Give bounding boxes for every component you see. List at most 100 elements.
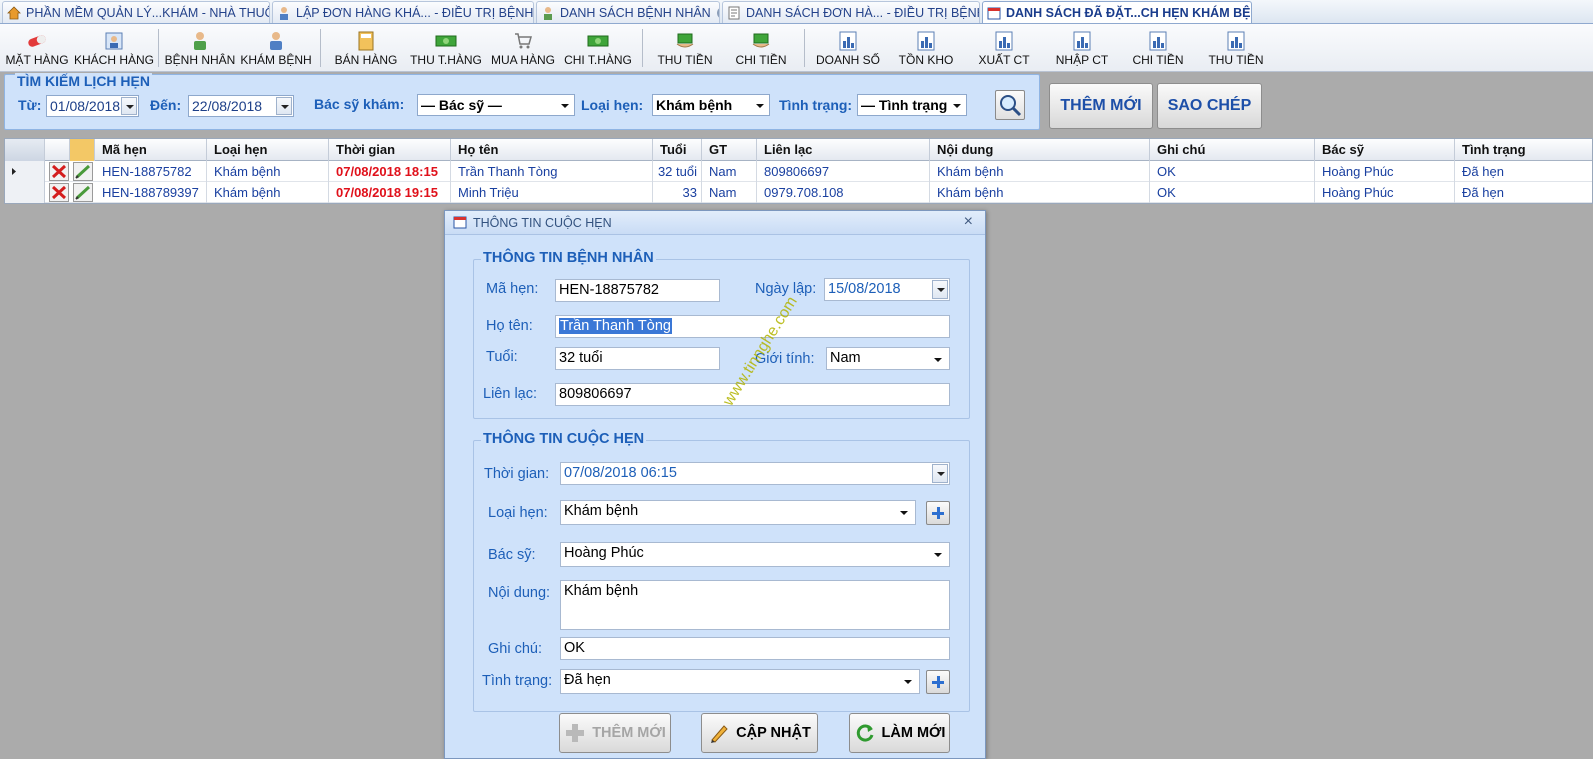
- time-label: Thời gian:: [484, 466, 550, 482]
- toolbar-export-doc-button[interactable]: XUẤT CT: [968, 26, 1040, 70]
- toolbar-examination-button[interactable]: KHÁM BỆNH: [240, 26, 312, 70]
- patient-name-field[interactable]: Trần Thanh Tòng: [555, 315, 950, 338]
- toolbar-inventory-button[interactable]: TỒN KHO: [890, 26, 962, 70]
- search-panel-title: TÌM KIẾM LỊCH HẸN: [15, 73, 152, 89]
- order-list-icon: [727, 6, 741, 20]
- add-appointment-type-button[interactable]: [926, 501, 950, 525]
- content-textarea[interactable]: Khám bệnh: [560, 580, 950, 630]
- column-header-status[interactable]: Tình trạng: [1455, 139, 1593, 161]
- column-header-name[interactable]: Họ tên: [451, 139, 653, 161]
- toolbar-sales-button[interactable]: BÁN HÀNG: [328, 26, 404, 70]
- column-header-age[interactable]: Tuổi: [653, 139, 702, 161]
- contact-label: Liên lạc:: [483, 386, 538, 402]
- chevron-down-icon[interactable]: [276, 97, 292, 115]
- money-hand-icon: [750, 31, 772, 51]
- table-row[interactable]: HEN-18875782 Khám bệnh 07/08/2018 18:15 …: [5, 161, 1592, 182]
- money-hand-icon: [674, 31, 696, 51]
- tab-appointment-list[interactable]: DANH SÁCH ĐÃ ĐẶT...CH HẸN KHÁM BỆNH ×: [982, 1, 1252, 23]
- chevron-down-icon: [904, 680, 912, 684]
- column-header-content[interactable]: Nội dung: [930, 139, 1150, 161]
- contact-field[interactable]: 809806697: [555, 383, 950, 406]
- appointment-type-filter-select[interactable]: Khám bệnh: [652, 94, 770, 116]
- table-header: Mã hẹn Loại hẹn Thời gian Họ tên Tuổi GT…: [5, 139, 1592, 161]
- toolbar-items-button[interactable]: MẶT HÀNG: [4, 26, 70, 70]
- note-label: Ghi chú:: [488, 641, 542, 657]
- chevron-down-icon[interactable]: [932, 280, 948, 299]
- delete-icon: [50, 185, 68, 204]
- content-label: Nội dung:: [488, 585, 551, 601]
- tab-patient-list[interactable]: DANH SÁCH BỆNH NHÂN ×: [536, 1, 720, 23]
- money-icon: [587, 31, 609, 51]
- doctor-select[interactable]: Hoàng Phúc: [560, 542, 950, 567]
- pencil-icon: [708, 722, 730, 744]
- select-all-cell[interactable]: [5, 139, 45, 161]
- copy-button[interactable]: SAO CHÉP: [1157, 83, 1262, 129]
- column-header-time[interactable]: Thời gian: [329, 139, 451, 161]
- column-header-type[interactable]: Loại hẹn: [207, 139, 329, 161]
- toolbar-pay-goods-button[interactable]: CHI T.HÀNG: [560, 26, 636, 70]
- column-header-note[interactable]: Ghi chú: [1150, 139, 1315, 161]
- column-header-gender[interactable]: GT: [702, 139, 757, 161]
- report-chart-icon: [837, 31, 859, 51]
- report-chart-icon: [1225, 31, 1247, 51]
- column-header-contact[interactable]: Liên lạc: [757, 139, 930, 161]
- tab-order-list[interactable]: DANH SÁCH ĐƠN HÀ... - ĐIỀU TRỊ BỆNH ×: [722, 1, 980, 23]
- dialog-add-new-button[interactable]: THÊM MỚI: [559, 713, 671, 753]
- doctor-filter-select[interactable]: — Bác sỹ —: [417, 94, 575, 116]
- appointment-info-title: THÔNG TIN CUỘC HẸN: [481, 431, 647, 447]
- plus-icon: [564, 722, 586, 744]
- tab-order-treatment[interactable]: LẬP ĐƠN HÀNG KHÁ... - ĐIỀU TRỊ BỆNH ×: [272, 1, 534, 23]
- close-icon[interactable]: ×: [964, 213, 973, 231]
- pill-icon: [26, 31, 48, 51]
- dialog-refresh-button[interactable]: LÀM MỚI: [849, 713, 950, 753]
- toolbar-receipt-report-button[interactable]: THU TIỀN: [1200, 26, 1272, 70]
- chevron-down-icon[interactable]: [932, 464, 948, 483]
- status-select[interactable]: Đã hẹn: [560, 669, 920, 694]
- column-header-doctor[interactable]: Bác sỹ: [1315, 139, 1455, 161]
- appointment-time-picker[interactable]: 07/08/2018 06:15: [560, 462, 950, 485]
- appointment-code-field[interactable]: HEN-18875782: [555, 279, 720, 302]
- doctor-icon: [265, 31, 287, 51]
- chevron-down-icon: [934, 553, 942, 557]
- age-field[interactable]: 32 tuổi: [555, 347, 720, 370]
- note-field[interactable]: OK: [560, 637, 950, 660]
- table-row[interactable]: HEN-188789397 Khám bệnh 07/08/2018 19:15…: [5, 182, 1592, 203]
- row-indicator[interactable]: [5, 182, 45, 203]
- toolbar-receive-goods-button[interactable]: THU T.HÀNG: [406, 26, 486, 70]
- to-date-picker[interactable]: 22/08/2018: [188, 95, 294, 117]
- dialog-update-button[interactable]: CẬP NHẬT: [701, 713, 818, 753]
- edit-row-button[interactable]: [73, 183, 93, 202]
- toolbar-purchase-button[interactable]: MUA HÀNG: [488, 26, 558, 70]
- age-label: Tuổi:: [486, 349, 518, 365]
- toolbar-patients-button[interactable]: BỆNH NHÂN: [164, 26, 236, 70]
- close-icon[interactable]: ×: [716, 6, 719, 19]
- toolbar-expense-button[interactable]: CHI TIỀN: [726, 26, 796, 70]
- from-date-picker[interactable]: 01/08/2018: [46, 95, 139, 117]
- dialog-title-bar: THÔNG TIN CUỘC HẸN ×: [445, 211, 985, 235]
- toolbar-import-doc-button[interactable]: NHẬP CT: [1046, 26, 1118, 70]
- tab-home[interactable]: PHẦN MỀM QUẢN LÝ...KHÁM - NHÀ THUỐC ×: [2, 1, 270, 23]
- gender-select[interactable]: Nam: [826, 347, 950, 370]
- toolbar-expense-report-button[interactable]: CHI TIỀN: [1122, 26, 1194, 70]
- chevron-down-icon[interactable]: [121, 97, 137, 115]
- delete-row-button[interactable]: [49, 162, 69, 181]
- toolbar-receipt-button[interactable]: THU TIỀN: [650, 26, 720, 70]
- status-filter-select[interactable]: — Tình trạng: [857, 94, 967, 116]
- chevron-down-icon: [934, 358, 942, 362]
- main-toolbar: MẶT HÀNG KHÁCH HÀNG BỆNH NHÂN KHÁM BỆNH …: [0, 24, 1593, 72]
- add-new-button[interactable]: THÊM MỚI: [1049, 83, 1153, 129]
- created-date-picker[interactable]: 15/08/2018: [824, 278, 950, 301]
- chevron-down-icon: [561, 104, 569, 108]
- search-button[interactable]: [995, 90, 1025, 120]
- add-status-button[interactable]: [926, 670, 950, 694]
- row-indicator[interactable]: [5, 161, 45, 182]
- toolbar-revenue-button[interactable]: DOANH SỐ: [812, 26, 884, 70]
- home-icon: [7, 5, 21, 20]
- appointment-type-select[interactable]: Khám bệnh: [560, 500, 916, 525]
- delete-row-button[interactable]: [49, 183, 69, 202]
- column-header-code[interactable]: Mã hẹn: [95, 139, 207, 161]
- edit-row-button[interactable]: [73, 162, 93, 181]
- toolbar-customers-button[interactable]: KHÁCH HÀNG: [74, 26, 154, 70]
- doctor-icon: [277, 6, 291, 20]
- cart-icon: [512, 31, 534, 51]
